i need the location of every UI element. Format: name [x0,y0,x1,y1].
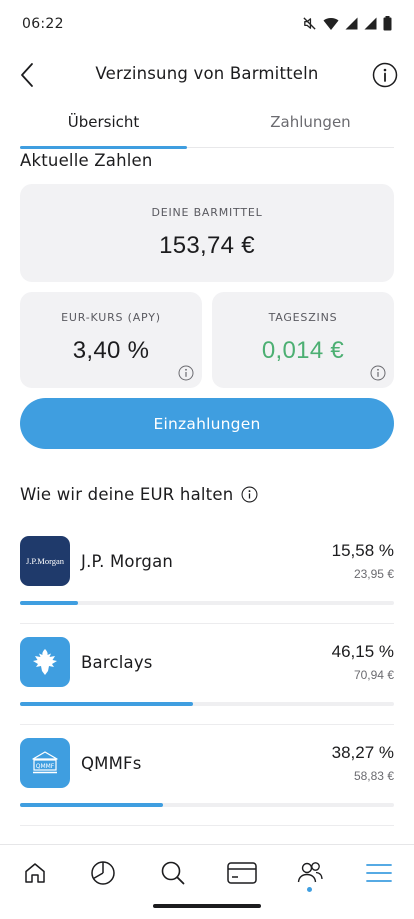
jp-morgan-logo-text: J.P.Morgan [25,556,65,566]
cash-balance-label: DEINE BARMITTEL [151,206,263,219]
nav-portfolio[interactable] [87,857,119,889]
tab-bar: Übersicht Zahlungen [20,108,394,149]
cash-balance-value: 153,74 € [159,232,255,259]
nav-home[interactable] [19,857,51,889]
holding-percent: 46,15 % [331,642,394,661]
holding-share-fill [20,803,164,807]
holding-percent: 38,27 % [331,743,394,762]
holding-name: J.P. Morgan [81,552,174,571]
holding-share-bar [20,702,394,706]
daily-interest-label: TAGESZINS [268,311,338,324]
card-icon [227,862,257,884]
holdings-section-header: Wie wir deine EUR halten [20,485,258,504]
bank-building-logo: QMMF [20,738,70,788]
holdings-info-icon[interactable] [241,486,258,503]
holding-amount: 23,95 € [353,567,394,581]
deposit-button[interactable]: Einzahlungen [20,398,394,449]
holding-share-bar [20,601,394,605]
nav-menu[interactable] [363,857,395,889]
home-indicator [153,904,261,908]
search-icon [161,861,185,885]
tab-overview[interactable]: Übersicht [20,113,187,131]
rate-card: EUR-KURS (APY) 3,40 % [20,292,202,388]
qmmf-logo-text: QMMF [35,763,55,770]
battery-icon [383,16,392,31]
status-icons [302,16,392,31]
rate-value: 3,40 % [72,337,150,364]
mute-icon [303,17,316,30]
holding-name: Barclays [81,653,153,672]
page-title: Verzinsung von Barmitteln [95,64,319,83]
menu-icon [366,864,392,882]
info-button[interactable] [372,62,398,88]
holding-amount: 58,83 € [353,769,394,783]
pie-chart-icon [91,861,115,885]
home-icon [25,863,45,883]
holding-row-qmmfs[interactable]: QMMF QMMFs 38,27 % 58,83 € [20,724,394,826]
holding-row-jp-morgan[interactable]: J.P.Morgan J.P. Morgan 15,58 % 23,95 € [20,522,394,624]
divider [20,825,394,826]
wifi-icon [323,17,339,30]
holding-name: QMMFs [81,754,142,773]
daily-info-icon[interactable] [370,365,386,381]
daily-interest-value: 0,014 € [261,337,345,364]
signal-icon [345,17,358,30]
signal-icon-2 [364,17,377,30]
nav-social[interactable] [294,857,326,889]
rate-label: EUR-KURS (APY) [61,311,161,324]
active-nav-dot [307,887,312,892]
eagle-icon [33,649,57,675]
holding-percent: 15,58 % [331,541,394,560]
rate-info-icon[interactable] [178,365,194,381]
people-icon [297,862,323,883]
jp-morgan-logo: J.P.Morgan [20,536,70,586]
daily-interest-card: TAGESZINS 0,014 € [212,292,394,388]
holding-share-fill [20,601,79,605]
tab-payments[interactable]: Zahlungen [227,113,394,131]
info-icon [372,62,398,88]
holding-row-barclays[interactable]: Barclays 46,15 % 70,94 € [20,623,394,725]
cash-balance-card: DEINE BARMITTEL 153,74 € [20,184,394,282]
nav-card[interactable] [226,857,258,889]
app-header: Verzinsung von Barmitteln [0,50,414,100]
barclays-eagle-logo [20,637,70,687]
holding-share-bar [20,803,394,807]
holding-share-fill [20,702,193,706]
holding-amount: 70,94 € [353,668,394,682]
summary-section-title: Aktuelle Zahlen [20,151,153,170]
status-bar: 06:22 [0,0,414,50]
status-time: 06:22 [22,16,64,32]
nav-search[interactable] [157,857,189,889]
active-tab-indicator [20,146,187,149]
holdings-section-title: Wie wir deine EUR halten [20,485,234,504]
